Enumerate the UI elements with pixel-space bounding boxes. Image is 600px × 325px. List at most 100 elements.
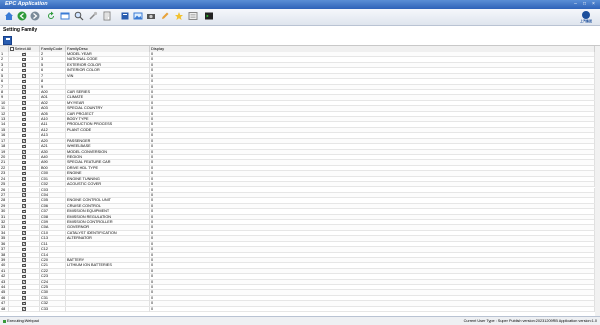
row-checkbox[interactable] [22, 193, 26, 197]
row-select-cell[interactable] [9, 149, 40, 155]
row-checkbox[interactable] [22, 301, 26, 306]
row-checkbox[interactable] [22, 220, 26, 225]
row-checkbox[interactable] [22, 166, 26, 170]
display-cell[interactable]: 0 [150, 268, 595, 274]
display-cell[interactable]: 0 [150, 100, 595, 106]
row-checkbox[interactable] [22, 123, 26, 127]
display-cell[interactable]: 0 [150, 257, 595, 263]
row-select-cell[interactable] [9, 154, 40, 160]
row-select-cell[interactable] [9, 68, 40, 74]
row-checkbox[interactable] [22, 280, 26, 284]
row-checkbox[interactable] [22, 204, 26, 208]
display-cell[interactable]: 0 [150, 220, 595, 226]
row-checkbox[interactable] [22, 117, 26, 122]
row-select-cell[interactable] [9, 268, 40, 274]
row-checkbox[interactable] [22, 106, 26, 111]
terminal-icon[interactable] [204, 11, 214, 21]
row-checkbox[interactable] [22, 144, 26, 149]
row-checkbox[interactable] [22, 85, 26, 89]
row-checkbox[interactable] [22, 150, 26, 154]
row-checkbox[interactable] [22, 171, 26, 176]
row-select-cell[interactable] [9, 111, 40, 117]
display-cell[interactable]: 0 [150, 285, 595, 291]
row-checkbox[interactable] [22, 269, 26, 273]
display-cell[interactable]: 0 [150, 198, 595, 204]
row-select-cell[interactable] [9, 257, 40, 263]
row-select-cell[interactable] [9, 138, 40, 144]
forward-icon[interactable] [30, 11, 40, 21]
image-icon[interactable] [133, 11, 143, 21]
row-checkbox[interactable] [22, 63, 26, 67]
edit-icon[interactable] [160, 11, 170, 21]
display-cell[interactable]: 0 [150, 209, 595, 215]
row-select-cell[interactable] [9, 84, 40, 90]
row-select-cell[interactable] [9, 171, 40, 177]
search-icon[interactable] [74, 11, 84, 21]
row-select-cell[interactable] [9, 165, 40, 171]
display-cell[interactable]: 0 [150, 165, 595, 171]
display-cell[interactable]: 0 [150, 187, 595, 193]
display-cell[interactable]: 0 [150, 236, 595, 242]
display-cell[interactable]: 0 [150, 149, 595, 155]
row-select-cell[interactable] [9, 182, 40, 188]
row-select-cell[interactable] [9, 301, 40, 307]
row-select-cell[interactable] [9, 79, 40, 85]
display-cell[interactable]: 0 [150, 171, 595, 177]
display-cell[interactable]: 0 [150, 301, 595, 307]
row-select-cell[interactable] [9, 73, 40, 79]
display-cell[interactable]: 0 [150, 306, 595, 312]
display-cell[interactable]: 0 [150, 252, 595, 258]
row-checkbox[interactable] [22, 68, 26, 73]
display-cell[interactable]: 0 [150, 203, 595, 209]
row-select-cell[interactable] [9, 285, 40, 291]
refresh-icon[interactable] [46, 11, 56, 21]
table-row[interactable]: 48 C33 0 [0, 306, 595, 313]
row-select-cell[interactable] [9, 106, 40, 112]
display-cell[interactable]: 0 [150, 127, 595, 133]
close-button[interactable]: × [589, 1, 598, 8]
row-checkbox[interactable] [22, 209, 26, 214]
row-select-cell[interactable] [9, 117, 40, 123]
row-checkbox[interactable] [22, 242, 26, 246]
display-cell[interactable]: 0 [150, 160, 595, 166]
display-cell[interactable]: 0 [150, 176, 595, 182]
settings-icon[interactable] [188, 11, 198, 21]
catalog-icon[interactable] [102, 11, 112, 21]
row-checkbox[interactable] [22, 285, 26, 290]
row-select-cell[interactable] [9, 100, 40, 106]
home-icon[interactable] [4, 11, 14, 21]
display-cell[interactable]: 0 [150, 117, 595, 123]
display-cell[interactable]: 0 [150, 192, 595, 198]
row-checkbox[interactable] [22, 155, 26, 159]
display-cell[interactable]: 0 [150, 68, 595, 74]
back-icon[interactable] [17, 11, 27, 21]
display-cell[interactable]: 0 [150, 274, 595, 280]
display-cell[interactable]: 0 [150, 95, 595, 101]
row-select-cell[interactable] [9, 214, 40, 220]
display-cell[interactable]: 0 [150, 79, 595, 85]
display-cell[interactable]: 0 [150, 241, 595, 247]
row-select-cell[interactable] [9, 127, 40, 133]
display-cell[interactable]: 0 [150, 144, 595, 150]
display-cell[interactable]: 0 [150, 214, 595, 220]
row-checkbox[interactable] [22, 101, 26, 105]
row-select-cell[interactable] [9, 252, 40, 258]
row-select-cell[interactable] [9, 192, 40, 198]
display-cell[interactable]: 0 [150, 52, 595, 57]
row-checkbox[interactable] [22, 274, 26, 279]
row-checkbox[interactable] [22, 253, 26, 257]
row-select-cell[interactable] [9, 95, 40, 101]
row-checkbox[interactable] [22, 90, 26, 94]
row-select-cell[interactable] [9, 203, 40, 209]
row-checkbox[interactable] [22, 291, 26, 295]
display-cell[interactable]: 0 [150, 89, 595, 95]
save-icon[interactable] [3, 36, 12, 45]
row-select-cell[interactable] [9, 122, 40, 128]
row-checkbox[interactable] [22, 231, 26, 235]
row-select-cell[interactable] [9, 133, 40, 139]
row-checkbox[interactable] [22, 161, 26, 165]
row-checkbox[interactable] [22, 188, 26, 192]
display-cell[interactable]: 0 [150, 138, 595, 144]
row-select-cell[interactable] [9, 57, 40, 63]
row-select-cell[interactable] [9, 176, 40, 182]
